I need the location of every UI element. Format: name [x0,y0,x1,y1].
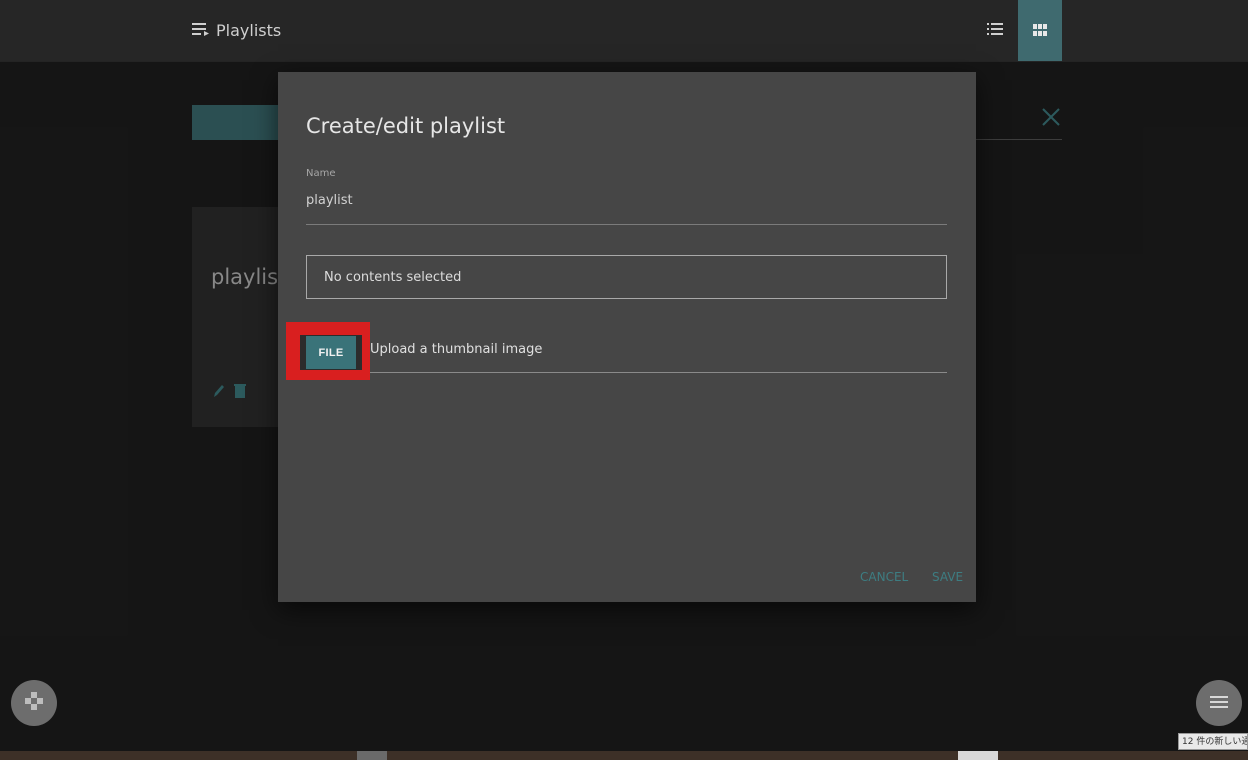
name-underline [306,224,947,225]
save-button[interactable]: SAVE [932,570,963,584]
thumbnail-upload-underline [370,372,947,373]
thumbnail-upload-label[interactable]: Upload a thumbnail image [370,342,542,357]
name-label: Name [306,168,336,179]
file-button[interactable]: FILE [300,335,362,370]
gamepad-icon [24,691,44,715]
list-view-icon [987,21,1003,40]
contents-selector[interactable]: No contents selected [306,255,947,299]
notification-popup[interactable]: 12 件の新しい通 [1178,733,1248,750]
file-button-label: FILE [306,336,356,369]
gamepad-button[interactable] [11,680,57,726]
taskbar-item[interactable] [958,751,998,760]
app-root: Playlists playlist Create/edit playlist … [0,0,1248,760]
grid-view-icon [1033,21,1047,40]
dialog-title: Create/edit playlist [306,114,506,138]
playlist-dialog: Create/edit playlist Name No contents se… [278,72,976,602]
taskbar-item[interactable] [357,751,387,760]
playlist-icon [192,21,210,40]
menu-icon [1210,694,1228,713]
cancel-button[interactable]: CANCEL [860,570,908,584]
top-bar: Playlists [0,0,1248,62]
grid-view-button[interactable] [1018,0,1062,61]
top-bar-title: Playlists [192,17,281,43]
contents-placeholder: No contents selected [324,269,462,285]
page-title: Playlists [216,20,282,40]
list-view-button[interactable] [973,0,1017,61]
name-input[interactable] [306,193,947,208]
os-taskbar [0,751,1248,760]
menu-button[interactable] [1196,680,1242,726]
